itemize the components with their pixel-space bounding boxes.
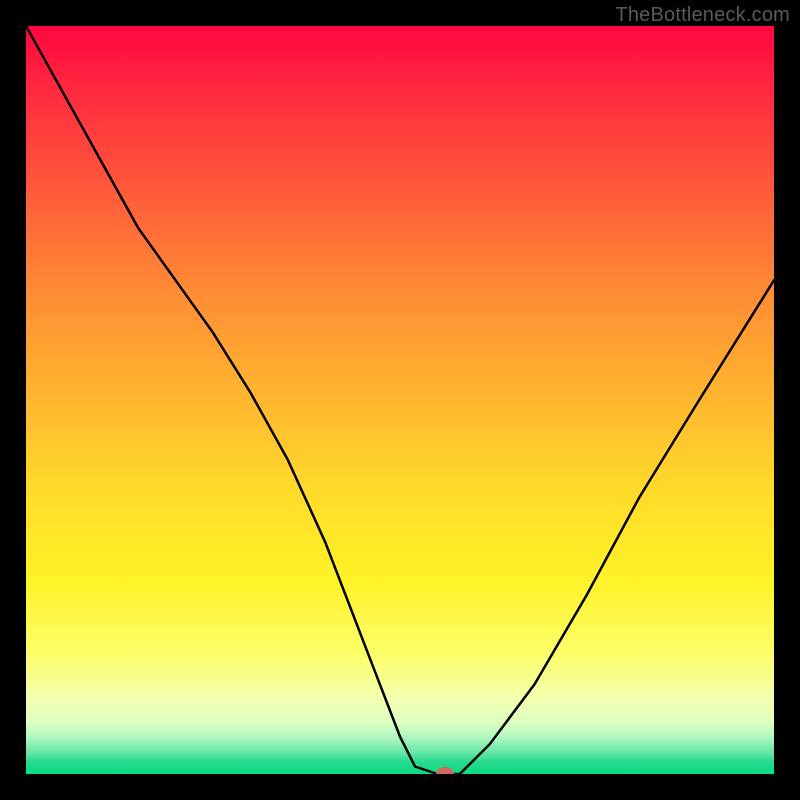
- plot-area: [26, 26, 774, 774]
- bottleneck-curve: [26, 26, 774, 774]
- watermark-text: TheBottleneck.com: [615, 4, 790, 27]
- chart-frame: TheBottleneck.com: [0, 0, 800, 800]
- optimal-point-marker: [436, 767, 454, 774]
